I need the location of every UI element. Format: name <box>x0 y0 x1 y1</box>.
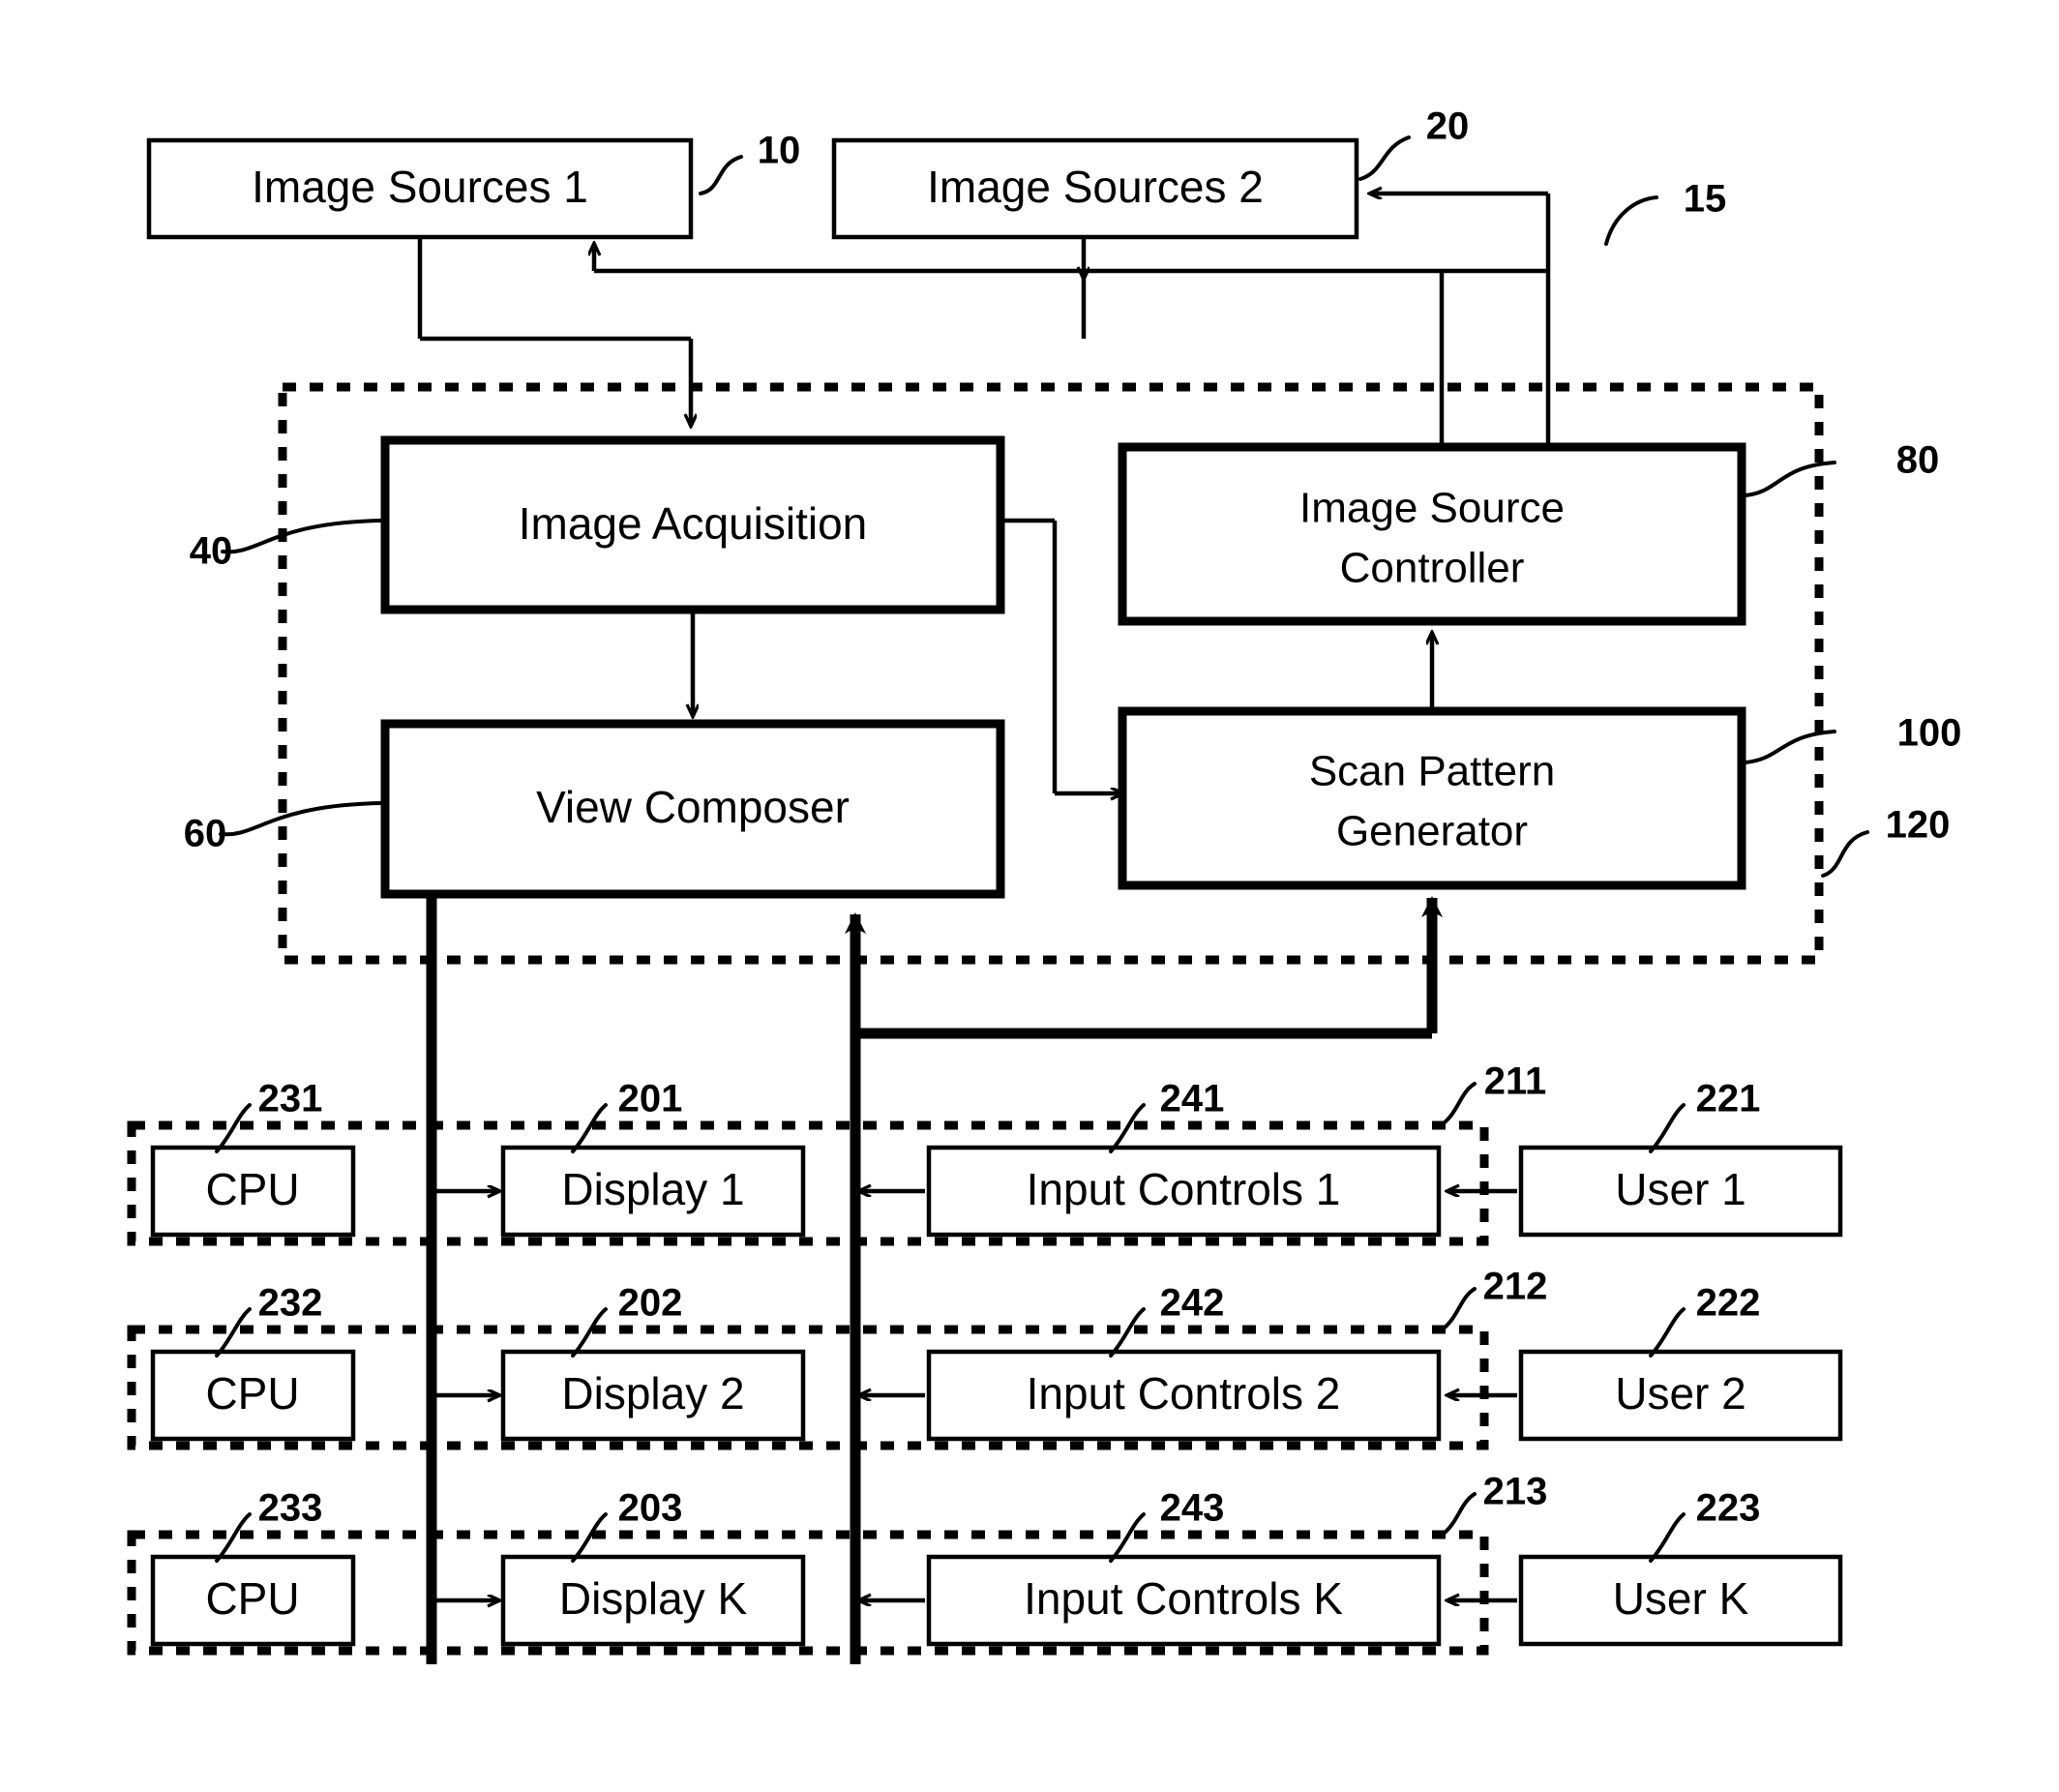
station-3-cpu-label: CPU <box>205 1573 299 1624</box>
ref-15-label: 15 <box>1684 178 1727 221</box>
ref-15: 15 <box>1604 178 1727 246</box>
station-1-cpu-label: CPU <box>205 1164 299 1214</box>
ref-10: 10 <box>699 130 801 195</box>
image-acquisition-block[interactable]: Image Acquisition <box>380 435 1005 614</box>
view-composer-block[interactable]: View Composer <box>380 719 1005 899</box>
ref-20: 20 <box>1358 105 1470 181</box>
ref-223-label: 223 <box>1696 1487 1761 1530</box>
wire-sources1-to-acquisition <box>417 237 691 426</box>
image-source-controller-label-line2: Controller <box>1340 545 1525 592</box>
ref-222: 222 <box>1649 1282 1761 1358</box>
station-2-cpu[interactable]: CPU <box>150 1349 356 1442</box>
bus-inputcontrols-to-scanpattern <box>855 896 1443 1039</box>
ref-222-label: 222 <box>1696 1282 1761 1325</box>
ref-80-label: 80 <box>1896 439 1940 482</box>
station-3-user-label: User K <box>1613 1573 1749 1624</box>
station-1-user[interactable]: User 1 <box>1518 1145 1843 1238</box>
station-2-input-controls-label: Input Controls 2 <box>1027 1368 1341 1419</box>
ref-213: 213 <box>1438 1471 1548 1538</box>
station-2-user-label: User 2 <box>1615 1368 1746 1419</box>
station-2-cpu-label: CPU <box>205 1368 299 1419</box>
station-1-display-label: Display 1 <box>561 1164 744 1214</box>
ref-242: 242 <box>1109 1282 1225 1358</box>
station-3-cpu[interactable]: CPU <box>150 1554 356 1647</box>
ref-241-label: 241 <box>1160 1078 1225 1120</box>
image-sources-2-block[interactable]: Image Sources 2 <box>831 137 1359 240</box>
station-3-display[interactable]: Display K <box>500 1554 806 1647</box>
scan-pattern-generator-label-line1: Scan Pattern <box>1309 748 1555 795</box>
ref-212: 212 <box>1438 1266 1548 1333</box>
view-composer-label: View Composer <box>536 782 850 832</box>
block-diagram-canvas: Image Sources 1 10 Image Sources 2 20 15… <box>127 105 1962 1664</box>
ref-212-label: 212 <box>1483 1266 1548 1308</box>
ref-40-label: 40 <box>190 530 233 573</box>
wire-acquisition-to-scanpattern <box>1000 518 1122 793</box>
image-sources-1-label: Image Sources 1 <box>252 162 588 212</box>
ref-231: 231 <box>215 1078 323 1153</box>
patent-figure: Image Sources 1 10 Image Sources 2 20 15… <box>0 0 2059 1792</box>
station-3-display-label: Display K <box>559 1573 748 1624</box>
ref-202-label: 202 <box>618 1282 683 1325</box>
wire-bus-to-sources1 <box>594 244 1548 274</box>
station-1-display[interactable]: Display 1 <box>500 1145 806 1238</box>
ref-232: 232 <box>215 1282 323 1358</box>
station-1-input-controls-label: Input Controls 1 <box>1027 1164 1341 1214</box>
ref-202: 202 <box>571 1282 683 1358</box>
ref-233: 233 <box>215 1487 323 1563</box>
ref-100: 100 <box>1744 712 1962 764</box>
station-1-input-controls[interactable]: Input Controls 1 <box>926 1145 1442 1238</box>
ref-120-label: 120 <box>1886 804 1951 847</box>
ref-243: 243 <box>1109 1487 1225 1563</box>
ref-241: 241 <box>1109 1078 1225 1153</box>
station-2-display[interactable]: Display 2 <box>500 1349 806 1442</box>
station-2-input-controls[interactable]: Input Controls 2 <box>926 1349 1442 1442</box>
image-sources-2-label: Image Sources 2 <box>927 162 1264 212</box>
ref-231-label: 231 <box>258 1078 323 1120</box>
ref-60-label: 60 <box>184 813 227 855</box>
ref-211-label: 211 <box>1484 1060 1547 1103</box>
ref-203: 203 <box>571 1487 683 1563</box>
ref-213-label: 213 <box>1483 1471 1548 1513</box>
ref-243-label: 243 <box>1160 1487 1225 1530</box>
station-3-input-controls-label: Input Controls K <box>1024 1573 1343 1624</box>
station-1-user-label: User 1 <box>1615 1164 1746 1214</box>
ref-223: 223 <box>1649 1487 1761 1563</box>
station-3-input-controls[interactable]: Input Controls K <box>926 1554 1442 1647</box>
scan-pattern-generator-block[interactable]: Scan Pattern Generator <box>1118 706 1746 890</box>
station-3-user[interactable]: User K <box>1518 1554 1843 1647</box>
image-source-controller-label-line1: Image Source <box>1299 485 1565 532</box>
ref-201-label: 201 <box>618 1078 683 1120</box>
ref-100-label: 100 <box>1897 712 1962 755</box>
ref-221: 221 <box>1649 1078 1761 1153</box>
ref-232-label: 232 <box>258 1282 323 1325</box>
station-1-cpu[interactable]: CPU <box>150 1145 356 1238</box>
image-acquisition-label: Image Acquisition <box>519 498 868 549</box>
station-2-display-label: Display 2 <box>561 1368 744 1419</box>
ref-201: 201 <box>571 1078 683 1153</box>
ref-10-label: 10 <box>758 130 801 172</box>
wire-controller-to-sources2 <box>1370 194 1551 447</box>
station-2-user[interactable]: User 2 <box>1518 1349 1843 1442</box>
ref-20-label: 20 <box>1426 105 1470 148</box>
ref-120: 120 <box>1821 804 1951 878</box>
ref-80: 80 <box>1744 439 1940 497</box>
ref-233-label: 233 <box>258 1487 323 1530</box>
ref-242-label: 242 <box>1160 1282 1225 1325</box>
ref-203-label: 203 <box>618 1487 683 1530</box>
image-source-controller-block[interactable]: Image Source Controller <box>1118 442 1746 626</box>
ref-211: 211 <box>1438 1060 1547 1128</box>
image-sources-1-block[interactable]: Image Sources 1 <box>146 137 694 240</box>
scan-pattern-generator-label-line2: Generator <box>1336 808 1528 855</box>
ref-221-label: 221 <box>1696 1078 1761 1120</box>
